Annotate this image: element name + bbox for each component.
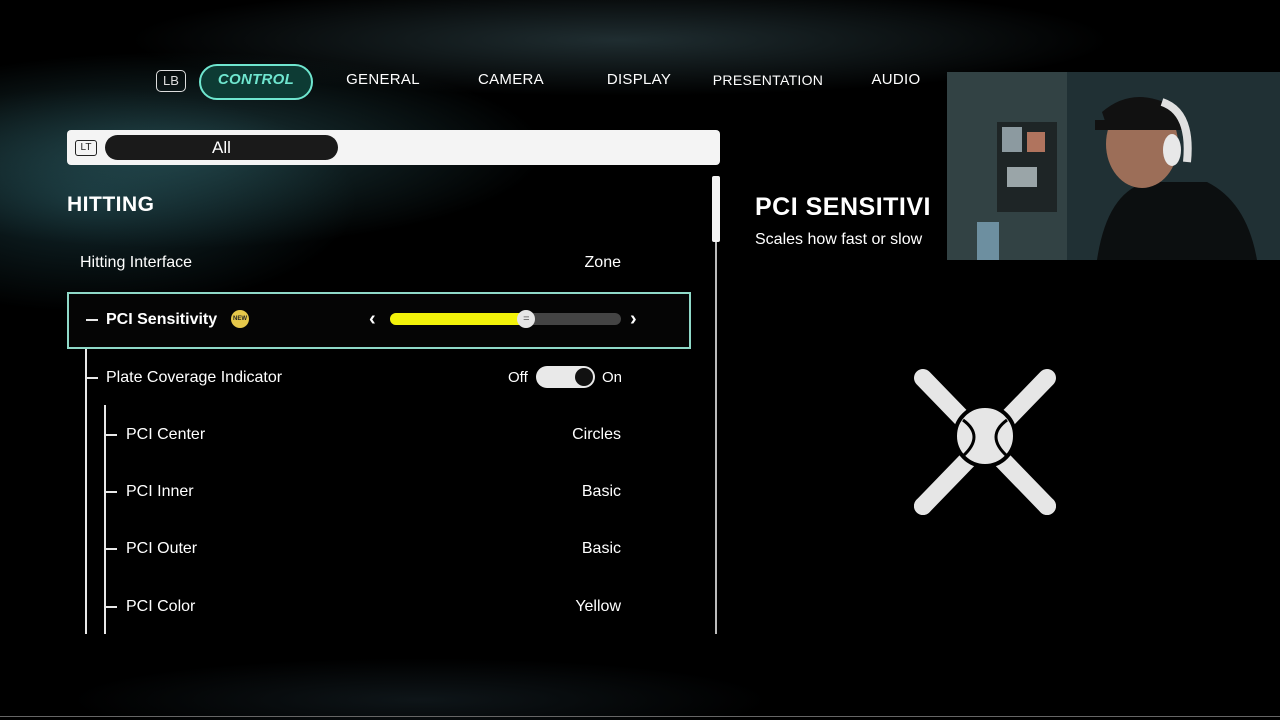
tab-control[interactable]: CONTROL (199, 64, 313, 100)
settings-scrollbar[interactable] (715, 176, 717, 634)
tab-display[interactable]: DISPLAY (589, 64, 689, 96)
slider-left-arrow-icon[interactable]: ‹ (369, 308, 376, 331)
slider-right-arrow-icon[interactable]: › (630, 308, 637, 331)
scrollbar-thumb[interactable] (712, 176, 720, 242)
hitting-interface-value[interactable]: Zone (585, 254, 621, 272)
tree-branch (105, 548, 117, 550)
crossed-bats-icon (914, 369, 1056, 515)
section-title: HITTING (67, 193, 155, 216)
webcam-overlay (947, 72, 1280, 260)
tab-camera[interactable]: CAMERA (461, 64, 561, 96)
pci-sensitivity-label: PCI Sensitivity (106, 311, 218, 328)
pci-outer-value[interactable]: Basic (582, 540, 621, 558)
toggle-knob (575, 368, 593, 386)
tree-branch (105, 434, 117, 436)
pci-center-value[interactable]: Circles (572, 426, 621, 444)
pci-inner-value[interactable]: Basic (582, 483, 621, 501)
tab-general[interactable]: GENERAL (333, 64, 433, 96)
detail-title: PCI SENSITIVI (755, 193, 931, 221)
tree-branch (105, 606, 117, 608)
pci-color-label[interactable]: PCI Color (126, 598, 195, 616)
bottom-divider (0, 716, 1280, 717)
toggle-on-label: On (602, 369, 623, 386)
tree-line-sub (104, 405, 106, 634)
pci-inner-label[interactable]: PCI Inner (126, 483, 194, 501)
pci-color-value[interactable]: Yellow (575, 598, 621, 616)
new-badge: NEW (231, 310, 249, 328)
lt-trigger-hint[interactable]: LT (75, 140, 97, 156)
filter-dropdown[interactable]: All (105, 135, 338, 160)
pci-center-label[interactable]: PCI Center (126, 426, 205, 444)
lb-bumper-hint[interactable]: LB (156, 70, 186, 92)
tab-presentation[interactable]: PRESENTATION (707, 64, 829, 96)
pci-sensitivity-slider[interactable] (390, 313, 621, 325)
tree-branch (86, 319, 98, 321)
slider-fill (390, 313, 527, 325)
hitting-interface-label[interactable]: Hitting Interface (80, 254, 192, 272)
detail-description: Scales how fast or slow (755, 231, 923, 248)
plate-coverage-toggle[interactable] (536, 366, 595, 388)
tree-branch (86, 377, 98, 379)
tab-audio[interactable]: AUDIO (846, 64, 946, 96)
toggle-off-label: Off (508, 369, 528, 386)
pci-outer-label[interactable]: PCI Outer (126, 540, 197, 558)
filter-bar: LT All (67, 130, 720, 165)
tree-branch (105, 491, 117, 493)
streamer-video (947, 72, 1280, 260)
plate-coverage-label[interactable]: Plate Coverage Indicator (106, 369, 282, 387)
